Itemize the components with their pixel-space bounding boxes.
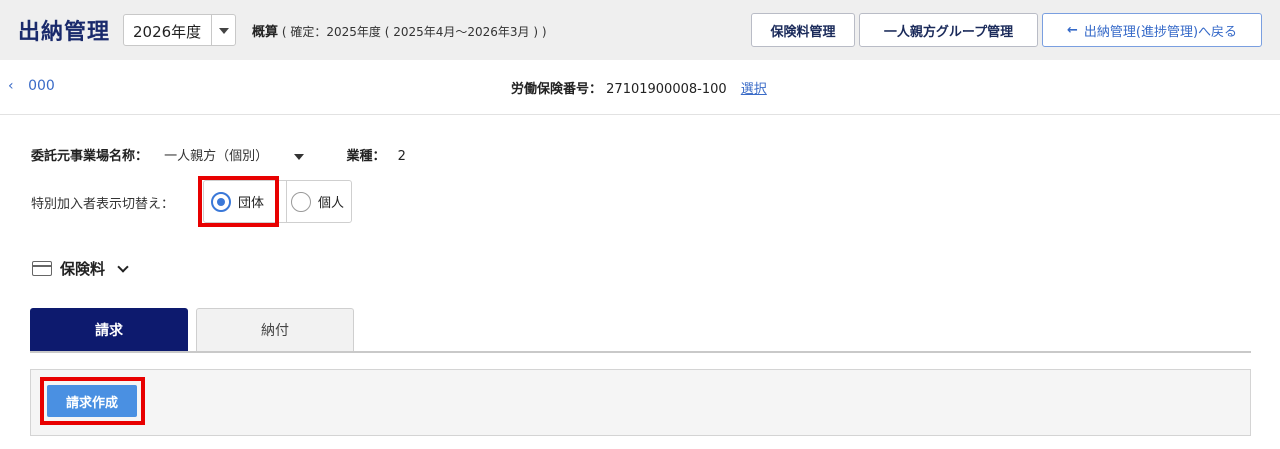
highlight-box — [40, 377, 145, 425]
tab-billing[interactable]: 請求 — [30, 308, 188, 351]
chevron-left-icon: ‹ — [8, 78, 14, 94]
insurance-number-value: 27101900008-100 — [606, 82, 727, 97]
radio-option-individual[interactable]: 個人 — [286, 181, 344, 222]
year-select[interactable]: 2026年度 — [123, 14, 236, 46]
back-button-label: 出納管理(進捗管理)へ戻る — [1083, 24, 1238, 40]
year-select-value: 2026年度 — [133, 23, 202, 41]
office-name-select[interactable]: 一人親方（個別） — [164, 149, 268, 164]
group-management-button[interactable]: 一人親方グループ管理 — [859, 13, 1038, 47]
summary-info: 概算 ( 確定：2025年度 ( 2025年4月～2026年3月 ) ) — [252, 21, 547, 40]
premium-section-header[interactable]: 保険料 — [32, 258, 129, 279]
summary-detail: ( 確定：2025年度 ( 2025年4月～2026年3月 ) ) — [281, 25, 547, 39]
caret-down-icon[interactable] — [294, 153, 305, 160]
section-title: 保険料 — [60, 260, 106, 278]
arrow-left-icon: ← — [1066, 22, 1078, 38]
sub-header: ‹ 000 労働保険番号： 27101900008-100 選択 — [0, 60, 1280, 115]
radio-unselected-icon[interactable] — [291, 191, 311, 212]
select-link[interactable]: 選択 — [741, 82, 767, 97]
back-to-progress-button[interactable]: ← 出納管理(進捗管理)へ戻る — [1042, 13, 1262, 47]
billing-panel — [30, 369, 1251, 436]
summary-label: 概算 — [252, 25, 279, 40]
radio-individual-label: 個人 — [318, 196, 345, 211]
chevron-down-icon[interactable] — [117, 260, 129, 273]
office-info-row: 委託元事業場名称： 一人親方（個別） 業種： 2 — [31, 145, 406, 164]
office-name-label: 委託元事業場名称： — [31, 149, 149, 164]
insurance-number: 労働保険番号： 27101900008-100 選択 — [511, 78, 767, 97]
industry-value: 2 — [397, 149, 406, 164]
top-bar: 出納管理 2026年度 概算 ( 確定：2025年度 ( 2025年4月～202… — [0, 0, 1280, 60]
tab-payment[interactable]: 納付 — [196, 308, 354, 351]
back-link-label: 000 — [28, 78, 55, 94]
industry-label: 業種： — [346, 149, 386, 164]
insurance-number-label: 労働保険番号： — [511, 82, 603, 97]
card-icon — [32, 261, 52, 276]
app-title: 出納管理 — [18, 20, 111, 45]
highlight-box — [198, 176, 279, 227]
back-link[interactable]: ‹ 000 — [8, 78, 55, 94]
premium-management-button[interactable]: 保険料管理 — [751, 13, 855, 47]
caret-down-icon[interactable] — [219, 28, 229, 34]
display-toggle-label: 特別加入者表示切替え： — [31, 197, 175, 212]
tab-divider — [30, 351, 1251, 353]
year-select-divider — [211, 15, 212, 45]
